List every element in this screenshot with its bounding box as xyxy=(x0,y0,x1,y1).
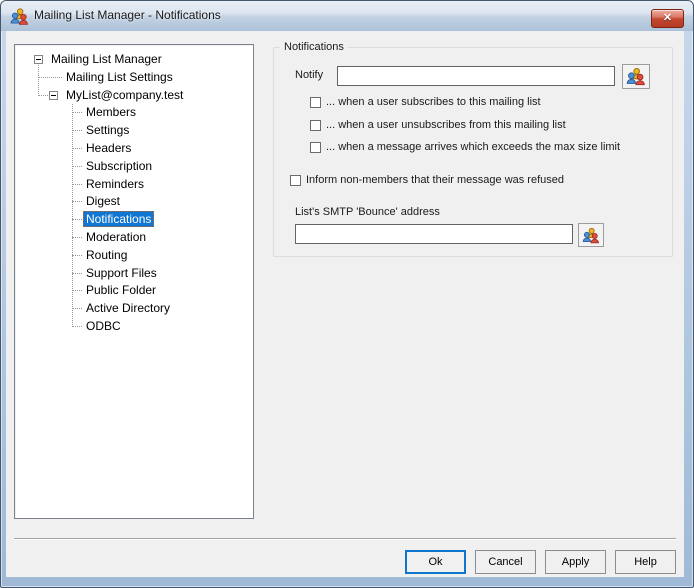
navigation-tree: Mailing List Manager Mailing List Settin… xyxy=(14,44,254,519)
close-button[interactable]: ✕ xyxy=(651,9,684,28)
titlebar[interactable]: Mailing List Manager - Notifications ✕ xyxy=(1,1,693,31)
tree-item-subscription[interactable]: Subscription xyxy=(15,158,253,176)
checkbox-icon xyxy=(290,175,301,186)
people-group-icon xyxy=(626,67,647,86)
tree-item-routing[interactable]: Routing xyxy=(15,247,253,265)
tree-item-reminders[interactable]: Reminders xyxy=(15,176,253,194)
bounce-address-label: List's SMTP 'Bounce' address xyxy=(295,206,440,218)
checkbox-notify-on-subscribe[interactable]: ... when a user subscribes to this maili… xyxy=(310,96,541,108)
tree-item-public-folder[interactable]: Public Folder xyxy=(15,282,253,300)
tree-item-digest[interactable]: Digest xyxy=(15,193,253,211)
close-x-icon: ✕ xyxy=(663,13,672,24)
checkbox-icon xyxy=(310,120,321,131)
tree-item-mailing-list-settings[interactable]: Mailing List Settings xyxy=(15,69,253,87)
dialog-client-area: Mailing List Manager Mailing List Settin… xyxy=(6,31,684,577)
notify-address-picker-button[interactable] xyxy=(622,64,650,89)
checkbox-icon xyxy=(310,97,321,108)
tree-item-mylist-company-test[interactable]: MyList@company.test xyxy=(15,87,253,105)
notify-label: Notify xyxy=(295,69,323,81)
tree-item-settings[interactable]: Settings xyxy=(15,122,253,140)
people-group-icon xyxy=(10,7,30,26)
checkbox-notify-on-max-size[interactable]: ... when a message arrives which exceeds… xyxy=(310,141,620,153)
tree-item-active-directory[interactable]: Active Directory xyxy=(15,300,253,318)
checkbox-inform-non-members[interactable]: Inform non-members that their message wa… xyxy=(290,174,564,186)
apply-button[interactable]: Apply xyxy=(545,550,606,574)
notifications-groupbox: Notifications Notify xyxy=(273,47,673,257)
ok-button[interactable]: Ok xyxy=(405,550,466,574)
tree-item-support-files[interactable]: Support Files xyxy=(15,265,253,283)
bounce-address-picker-button[interactable] xyxy=(578,223,604,247)
checkbox-icon xyxy=(310,142,321,153)
notify-input[interactable] xyxy=(337,66,615,86)
cancel-button[interactable]: Cancel xyxy=(475,550,536,574)
tree-item-notifications[interactable]: Notifications xyxy=(15,211,253,229)
groupbox-title: Notifications xyxy=(280,41,348,54)
bounce-address-input[interactable] xyxy=(295,224,573,244)
tree-item-mailing-list-manager[interactable]: Mailing List Manager xyxy=(15,51,253,69)
help-button[interactable]: Help xyxy=(615,550,676,574)
tree-item-odbc[interactable]: ODBC xyxy=(15,318,253,336)
window-title: Mailing List Manager - Notifications xyxy=(34,8,221,22)
tree-item-members[interactable]: Members xyxy=(15,104,253,122)
collapse-expander-icon[interactable] xyxy=(34,55,43,64)
tree-item-headers[interactable]: Headers xyxy=(15,140,253,158)
tree-item-moderation[interactable]: Moderation xyxy=(15,229,253,247)
collapse-expander-icon[interactable] xyxy=(49,91,58,100)
footer-separator xyxy=(14,538,676,540)
checkbox-notify-on-unsubscribe[interactable]: ... when a user unsubscribes from this m… xyxy=(310,119,566,131)
people-group-icon xyxy=(582,227,601,244)
dialog-window: Mailing List Manager - Notifications ✕ M… xyxy=(0,0,694,588)
